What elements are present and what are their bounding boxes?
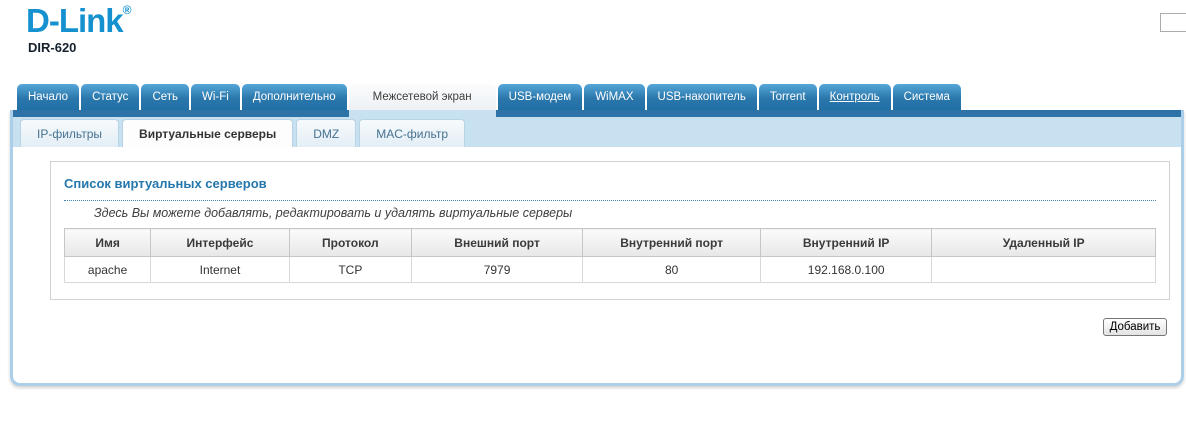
section-description: Здесь Вы можете добавлять, редактировать… (94, 206, 573, 220)
table-cell (931, 256, 1156, 283)
main-tab[interactable]: Межсетевой экран (348, 84, 496, 110)
column-header: Интерфейс (150, 228, 290, 257)
registered-trademark: ® (122, 3, 132, 17)
column-header: Протокол (288, 228, 412, 257)
tab-underline-strip (13, 110, 1181, 117)
table-row[interactable]: apache Internet TCP 7979 80 192.168.0.100 (63, 256, 1156, 283)
table-cell: Internet (150, 256, 290, 283)
column-header: Имя (63, 228, 152, 257)
main-tab[interactable]: Контроль (818, 84, 891, 110)
model-label: DIR-620 (28, 40, 77, 55)
sub-tab[interactable]: MAC-фильтр (359, 119, 465, 147)
main-tab[interactable]: Wi-Fi (191, 84, 240, 110)
table-header-row: Имя Интерфейс Протокол Внешний порт Внутренн… (63, 228, 1156, 257)
main-tab-bar: Начало Статус Сеть Wi-Fi Дополнительно Межсет… (17, 84, 963, 110)
main-tab[interactable]: Дополнительно (241, 84, 347, 110)
main-tab[interactable]: USB-накопитель (646, 84, 757, 110)
sub-tab-bar: IP-фильтры Виртуальные серверы DMZ MAC-филь… (13, 117, 1181, 147)
dlink-logo-text: D-Link (26, 2, 124, 39)
column-header: Удаленный IP (931, 228, 1156, 257)
dlink-logo: D-Link® (26, 2, 132, 40)
table-cell: 7979 (410, 256, 584, 283)
column-header: Внешний порт (410, 228, 584, 257)
column-header: Внутренний порт (582, 228, 762, 257)
table-cell: apache (63, 256, 152, 283)
section-title: Список виртуальных серверов (64, 176, 1156, 201)
table-cell: 80 (582, 256, 762, 283)
main-tab[interactable]: Система (892, 84, 961, 110)
main-tab[interactable]: Статус (81, 84, 140, 110)
content-panel: IP-фильтры Виртуальные серверы DMZ MAC-филь… (10, 110, 1184, 386)
sub-tab[interactable]: IP-фильтры (20, 119, 120, 147)
main-tab[interactable]: Сеть (141, 84, 190, 110)
virtual-servers-table: Имя Интерфейс Протокол Внешний порт Внутренн… (63, 228, 1156, 283)
main-tab[interactable]: Начало (17, 84, 80, 110)
add-button[interactable]: Добавить (1103, 318, 1167, 336)
virtual-servers-box: Список виртуальных серверов Здесь Вы мож… (50, 161, 1170, 300)
language-select[interactable] (1160, 13, 1186, 32)
column-header: Внутренний IP (760, 228, 933, 257)
main-tab[interactable]: USB-модем (497, 84, 583, 110)
sub-tab[interactable]: Виртуальные серверы (122, 119, 294, 147)
main-tab[interactable]: Torrent (758, 84, 817, 110)
sub-tab[interactable]: DMZ (296, 119, 357, 147)
table-cell: 192.168.0.100 (760, 256, 933, 283)
table-cell: TCP (288, 256, 412, 283)
main-tab[interactable]: WiMAX (584, 84, 645, 110)
